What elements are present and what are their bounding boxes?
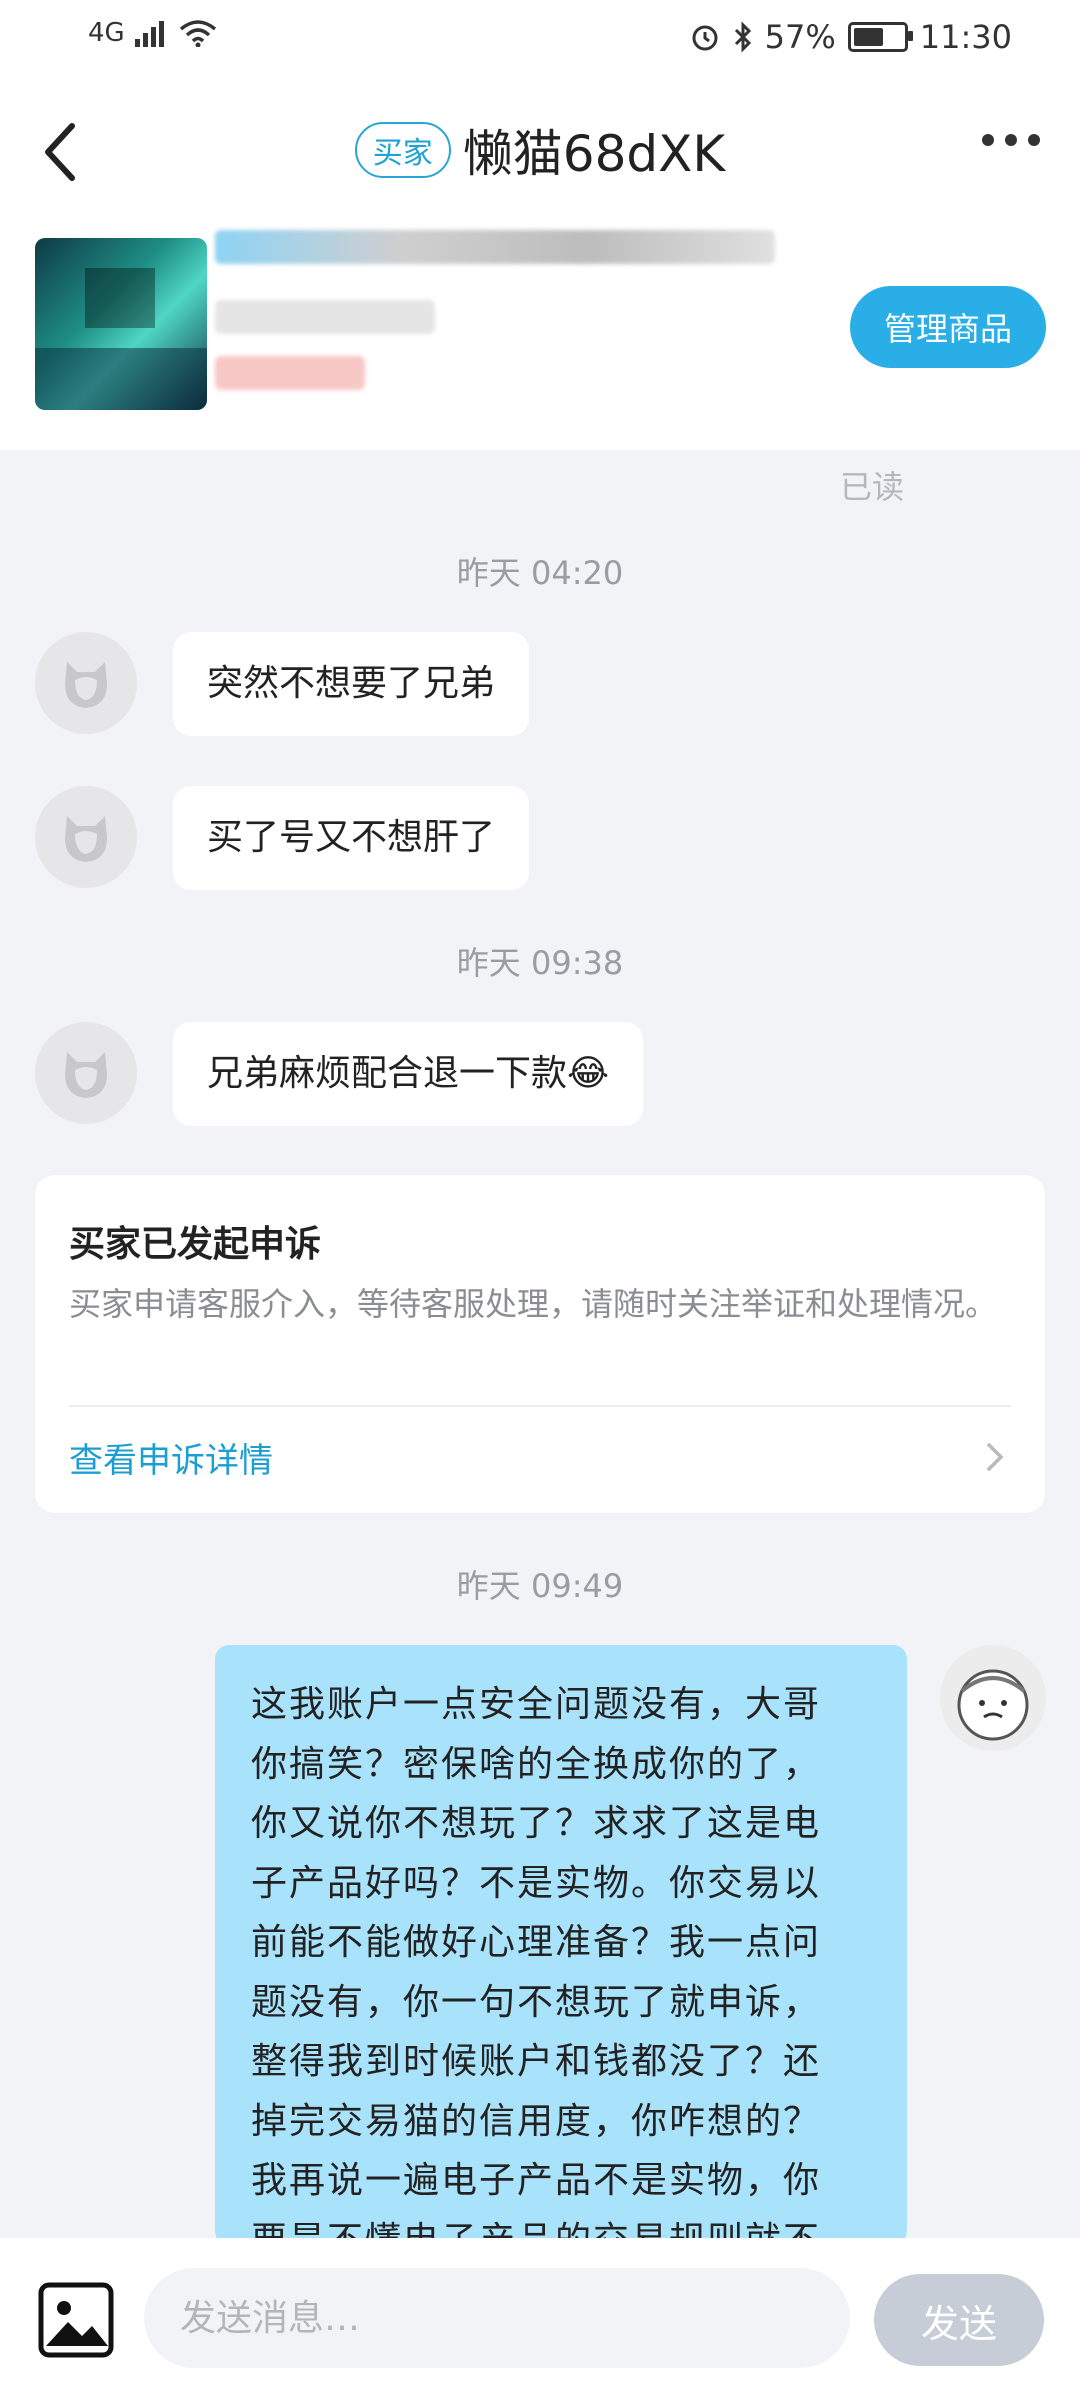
- buyer-avatar[interactable]: [35, 1022, 137, 1124]
- appeal-card: 买家已发起申诉 买家申请客服介入，等待客服处理，请随时关注举证和处理情况。 查看…: [35, 1175, 1045, 1513]
- page-title: 懒猫68dXK: [462, 125, 726, 183]
- cartoon-face-avatar-icon: [957, 1669, 1029, 1741]
- incoming-message: 突然不想要了兄弟: [173, 632, 530, 736]
- buyer-badge: 买家: [354, 122, 451, 178]
- status-left: 4G: [88, 18, 217, 48]
- signal-icon: [134, 21, 164, 47]
- message-line: 前能不能做好心理准备？我一点问: [251, 1922, 822, 1963]
- send-button[interactable]: 发送: [874, 2274, 1044, 2366]
- outgoing-message: 这我账户一点安全问题没有，大哥 你搞笑？密保啥的全换成你的了， 你又说你不想玩了…: [215, 1645, 907, 2245]
- image-picker-icon[interactable]: [38, 2282, 114, 2358]
- cat-avatar-icon: [65, 816, 107, 862]
- message-line: 子产品好吗？不是实物。你交易以: [251, 1862, 822, 1904]
- divider: [69, 1405, 1011, 1407]
- status-bar: 4G 57% 11:30: [0, 0, 1080, 80]
- my-avatar[interactable]: [940, 1645, 1046, 1751]
- product-desc-blurred: [215, 300, 435, 334]
- chat-timestamp: 昨天 09:38: [456, 944, 624, 982]
- wifi-icon: [179, 20, 216, 47]
- message-input[interactable]: [144, 2268, 850, 2368]
- chat-timestamp: 昨天 09:49: [456, 1567, 624, 1605]
- title-group: 买家 懒猫68dXK: [0, 114, 1080, 186]
- message-line: 这我账户一点安全问题没有，大哥: [251, 1684, 822, 1725]
- cat-avatar-icon: [65, 662, 107, 708]
- clock: 11:30: [919, 18, 1012, 56]
- bluetooth-icon: [734, 21, 751, 53]
- appeal-title: 买家已发起申诉: [69, 1224, 322, 1265]
- message-line: 题没有，你一句不想玩了就申诉，: [251, 1981, 822, 2023]
- chevron-right-icon[interactable]: [977, 1435, 1011, 1479]
- cat-avatar-icon: [65, 1052, 107, 1098]
- more-dots-icon[interactable]: [982, 134, 1040, 146]
- alarm-icon: [692, 25, 718, 51]
- message-line: 掉完交易猫的信用度，你咋想的？: [251, 2100, 822, 2142]
- read-status: 已读: [840, 468, 905, 506]
- message-line: 我再说一遍电子产品不是实物，你: [251, 2160, 822, 2201]
- title-bar: 买家 懒猫68dXK: [0, 80, 1080, 220]
- appeal-description: 买家申请客服介入，等待客服处理，请随时关注举证和处理情况。: [69, 1285, 998, 1323]
- input-bar: 发送: [0, 2238, 1080, 2400]
- battery-icon: [847, 22, 913, 52]
- product-price-blurred: [215, 356, 365, 390]
- manage-products-button[interactable]: 管理商品: [850, 286, 1046, 368]
- product-card[interactable]: 管理商品: [0, 220, 1080, 450]
- product-image: [35, 238, 207, 410]
- incoming-message: 买了号又不想肝了: [173, 786, 530, 890]
- message-line: 整得我到时候账户和钱都没了？还: [251, 2041, 822, 2082]
- buyer-avatar[interactable]: [35, 632, 137, 734]
- message-line: 你又说你不想玩了？求求了这是电: [251, 1803, 822, 1844]
- message-line: 你搞笑？密保啥的全换成你的了，: [251, 1743, 822, 1785]
- buyer-avatar[interactable]: [35, 786, 137, 888]
- view-appeal-details-link[interactable]: 查看申诉详情: [69, 1433, 273, 1482]
- incoming-message: 兄弟麻烦配合退一下款😂: [173, 1022, 644, 1126]
- status-right: 57% 11:30: [689, 18, 1012, 56]
- product-title-blurred: [215, 230, 775, 264]
- network-type: 4G: [88, 18, 125, 48]
- battery-percent: 57%: [764, 18, 836, 56]
- chat-timestamp: 昨天 04:20: [456, 554, 624, 592]
